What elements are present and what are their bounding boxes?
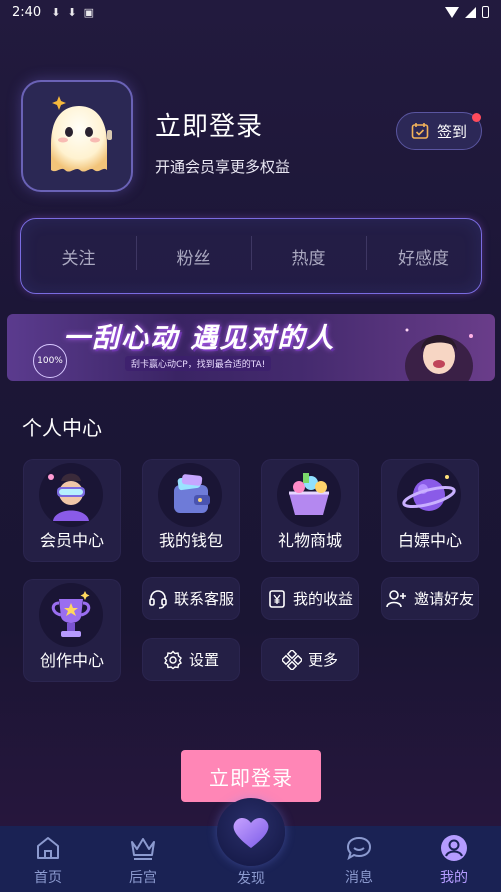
tab-discover[interactable] [217,798,285,866]
yen-document-icon [269,589,285,608]
download-icon: ⬇ [67,5,77,19]
wallet-icon [174,474,210,513]
gear-icon [164,650,182,669]
invite-friends-label: 邀请好友 [413,590,474,608]
download-icon: ⬇ [51,5,61,19]
wallet-tile[interactable]: 我的钱包 [142,459,240,562]
notification-a-icon: ▣ [83,5,95,19]
add-user-icon [386,589,406,607]
notification-dot [472,113,481,122]
tab-harem-label: 后宫 [129,870,157,886]
settings-label: 设置 [188,651,219,669]
customer-service-button[interactable]: 联系客服 [142,577,240,620]
tab-mine[interactable]: 我的 [414,826,494,892]
ghost-icon [51,96,112,172]
checkin-label: 签到 [436,122,467,141]
vip-icon-bg [39,463,103,527]
trophy-icon-bg [39,583,103,647]
promo-banner[interactable]: 100% 一刮心动 遇见对的人 刮卡赢心动CP，找到最合适的TA! [7,314,495,381]
tab-messages-label: 消息 [345,870,373,886]
banner-subtitle: 刮卡赢心动CP，找到最合适的TA! [125,356,272,371]
tab-discover-label: 发现 [237,871,265,887]
chat-bubble-icon [346,836,372,861]
diamond-grid-icon [281,649,302,670]
gift-mall-tile[interactable]: 礼物商城 [261,459,359,562]
stat-popularity[interactable]: 热度 [251,235,366,270]
login-title[interactable]: 立即登录 [155,106,263,143]
tab-harem[interactable]: 后宫 [103,826,183,892]
more-button[interactable]: 更多 [261,638,359,681]
gift-basket-icon [289,473,329,515]
login-button[interactable]: 立即登录 [181,750,321,802]
stat-following[interactable]: 关注 [21,244,136,269]
tab-messages[interactable]: 消息 [319,826,399,892]
status-time: 2:40 [12,4,42,20]
settings-button[interactable]: 设置 [142,638,240,681]
creator-center-tile[interactable]: 创作中心 [23,579,121,682]
free-center-tile[interactable]: 白嫖中心 [381,459,479,562]
vr-avatar-icon [48,473,89,521]
vip-center-label: 会员中心 [39,531,104,550]
banner-girl-illustration [405,328,473,381]
stat-favorability[interactable]: 好感度 [366,235,481,270]
stat-fans[interactable]: 粉丝 [136,235,251,270]
customer-service-label: 联系客服 [173,590,234,608]
wallet-icon-bg [158,463,222,527]
home-icon [37,837,59,859]
vip-center-tile[interactable]: 会员中心 [23,459,121,562]
avatar[interactable] [21,80,133,192]
wallet-label: 我的钱包 [158,531,223,550]
tab-home-label: 首页 [34,870,62,886]
earnings-label: 我的收益 [292,590,353,608]
status-bar: 2:40 ⬇ ⬇ ▣ [0,0,501,24]
free-center-label: 白嫖中心 [397,531,462,550]
creator-center-label: 创作中心 [39,651,104,670]
crown-icon [131,838,155,860]
gift-icon-bg [277,463,341,527]
battery-icon [482,6,489,18]
trophy-icon [51,591,91,637]
gift-mall-label: 礼物商城 [277,531,342,550]
calendar-icon [411,123,429,139]
tab-home[interactable]: 首页 [8,826,88,892]
banner-title: 一刮心动 遇见对的人 [63,323,336,354]
checkin-button[interactable]: 签到 [396,112,482,150]
user-avatar-icon [441,835,467,861]
tab-mine-label: 我的 [440,870,468,886]
section-title: 个人中心 [22,416,102,440]
invite-friends-button[interactable]: 邀请好友 [381,577,479,620]
planet-icon-bg [397,463,461,527]
heart-icon [233,817,269,848]
stats-panel: 关注 粉丝 热度 好感度 [20,218,482,294]
signal-icon [465,6,476,18]
more-label: 更多 [307,651,338,669]
status-icons [445,6,489,18]
login-subtitle: 开通会员享更多权益 [155,158,291,176]
wifi-icon [445,6,459,18]
planet-icon [402,475,456,511]
banner-badge: 100% [33,344,67,378]
headset-icon [149,589,167,609]
earnings-button[interactable]: 我的收益 [261,577,359,620]
